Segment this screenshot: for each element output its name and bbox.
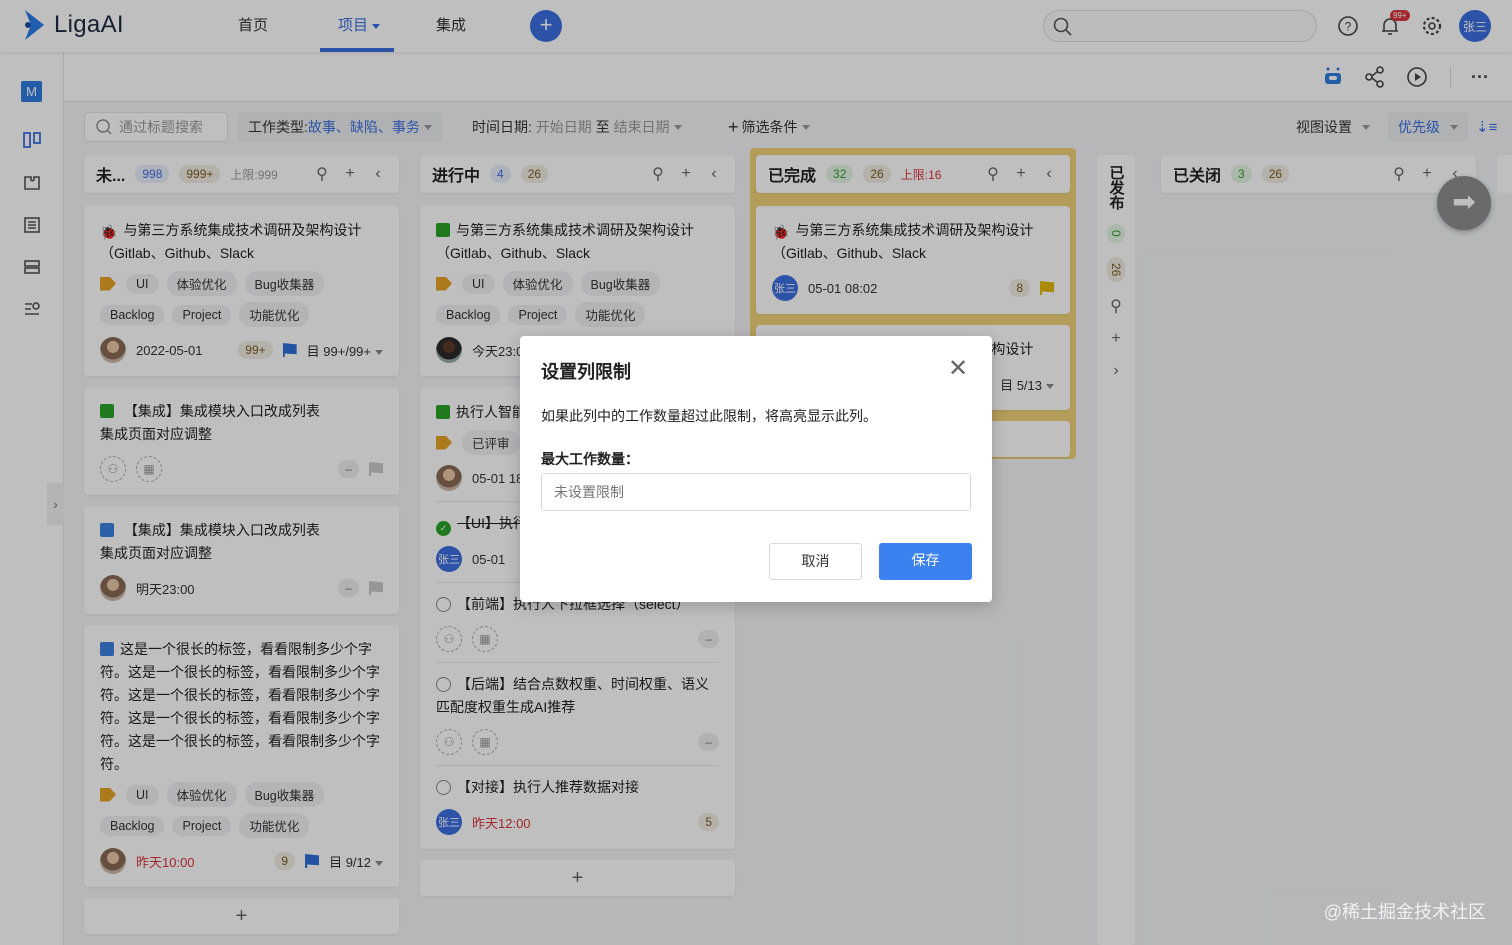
max-items-label: 最大工作数量：: [541, 449, 639, 469]
dialog-description: 如果此列中的工作数量超过此限制，将高亮显示此列。: [541, 406, 877, 426]
dialog-title: 设置列限制: [541, 358, 631, 384]
max-items-input[interactable]: [541, 473, 971, 511]
column-limit-dialog: 设置列限制 ✕ 如果此列中的工作数量超过此限制，将高亮显示此列。 最大工作数量：…: [520, 336, 992, 602]
cancel-button[interactable]: 取消: [769, 543, 862, 580]
close-icon[interactable]: ✕: [948, 354, 968, 383]
save-button[interactable]: 保存: [879, 543, 972, 580]
watermark: @稀土掘金技术社区: [1324, 898, 1486, 924]
